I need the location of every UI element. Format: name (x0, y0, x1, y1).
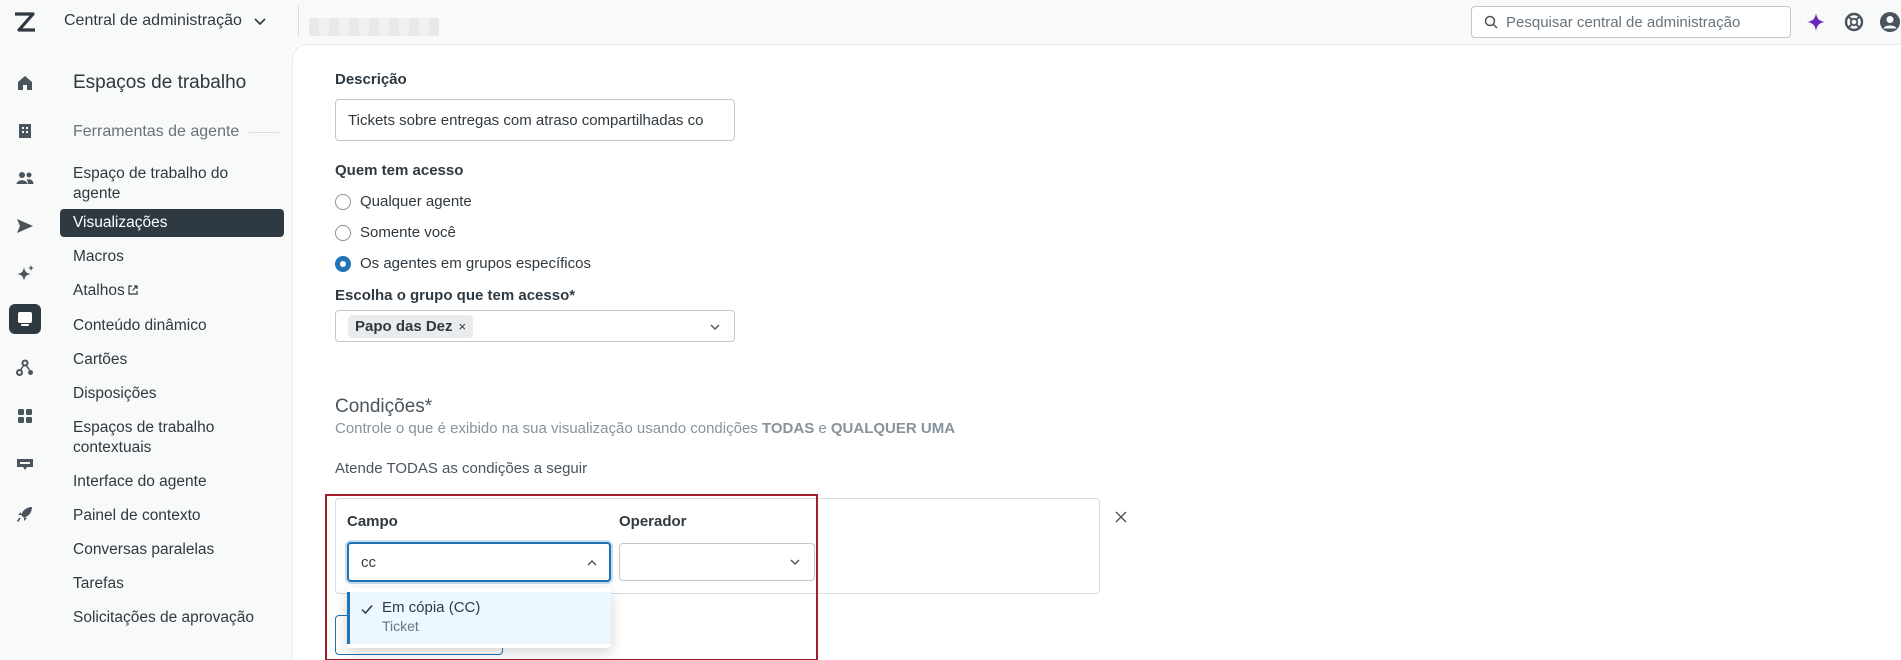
desc-all: TODAS (761, 420, 815, 437)
chevron-down-icon (710, 324, 720, 330)
main-content: Descrição Tickets sobre entregas com atr… (292, 44, 1901, 660)
home-icon[interactable] (13, 71, 37, 95)
conditions-description: Controle o que é exibido na sua visualiz… (335, 420, 955, 437)
search-placeholder: Pesquisar central de administração (1506, 13, 1741, 31)
sidebar-section-header: Ferramentas de agente (73, 123, 280, 141)
sidebar-item-agent-workspace[interactable]: Espaço de trabalho do agente (60, 160, 284, 208)
sidebar-item-tasks[interactable]: Tarefas (60, 570, 284, 598)
section-divider (249, 131, 280, 133)
sidebar-item-shortcuts[interactable]: Atalhos (60, 277, 284, 305)
radio-button[interactable] (335, 193, 351, 210)
sidebar-item-dynamic-content[interactable]: Conteúdo dinâmico (60, 312, 284, 340)
send-icon[interactable] (13, 214, 37, 238)
radio-label: Somente você (360, 224, 456, 241)
section-label: Ferramentas de agente (73, 123, 240, 140)
radio-button[interactable] (335, 255, 351, 272)
radio-specific-groups[interactable]: Os agentes em grupos específicos (335, 255, 591, 272)
top-bar: Central de administração Pesquisar centr… (0, 0, 1901, 44)
group-tag-label: Papo das Dez (355, 317, 453, 335)
description-value: Tickets sobre entregas com atraso compar… (348, 111, 704, 129)
zendesk-logo-icon[interactable] (13, 11, 37, 33)
rocket-icon[interactable] (13, 502, 37, 526)
search-input[interactable]: Pesquisar central de administração (1471, 6, 1791, 38)
conditions-heading: Condições* (335, 396, 433, 417)
chevron-down-icon (254, 18, 266, 26)
sidebar-item-macros[interactable]: Macros (60, 243, 284, 271)
help-lifebuoy-icon[interactable] (1843, 11, 1865, 33)
objects-icon[interactable] (13, 356, 37, 380)
apps-icon[interactable] (13, 404, 37, 428)
conditions-all-label: Atende TODAS as condições a seguir (335, 460, 588, 477)
search-icon (1484, 15, 1498, 29)
tag-remove-icon[interactable]: × (459, 319, 467, 334)
radio-label: Qualquer agente (360, 193, 472, 210)
desc-any: QUALQUER UMA (830, 420, 956, 437)
building-icon[interactable] (13, 119, 37, 143)
product-rail (0, 44, 50, 660)
radio-label: Os agentes em grupos específicos (360, 255, 591, 272)
sidebar-item-approval-requests[interactable]: Solicitações de aprovação (60, 604, 284, 632)
redacted-tab[interactable] (298, 6, 443, 36)
desc-and: e (818, 420, 827, 437)
group-tag: Papo das Dez × (348, 314, 474, 338)
focus-highlight-box (325, 494, 818, 660)
sidebar-item-context-panel[interactable]: Painel de contexto (60, 502, 284, 530)
sidebar-item-side-conversations[interactable]: Conversas paralelas (60, 536, 284, 564)
description-label: Descrição (335, 71, 407, 88)
desc-prefix: Controle o que é exibido na sua visualiz… (335, 420, 758, 437)
radio-button[interactable] (335, 224, 351, 241)
radio-only-you[interactable]: Somente você (335, 224, 456, 241)
description-input[interactable]: Tickets sobre entregas com atraso compar… (335, 99, 735, 141)
access-label: Quem tem acesso (335, 162, 464, 179)
sparkle-icon[interactable] (13, 262, 37, 286)
workspace-icon[interactable] (9, 304, 41, 334)
redacted-content (309, 18, 439, 36)
sidebar-item-cards[interactable]: Cartões (60, 346, 284, 374)
user-avatar-icon[interactable] (1879, 11, 1901, 33)
product-name: Central de administração (64, 12, 242, 29)
remove-condition-icon[interactable] (1113, 509, 1129, 525)
ai-sparkle-icon[interactable] (1805, 11, 1827, 33)
channels-icon[interactable] (13, 452, 37, 476)
sidebar-item-contextual-workspaces[interactable]: Espaços de trabalho contextuais (60, 414, 284, 462)
secondary-nav: Espaços de trabalho Ferramentas de agent… (50, 44, 290, 660)
sidebar-item-views[interactable]: Visualizações (60, 209, 284, 237)
external-link-icon (128, 285, 138, 295)
sidebar-item-layouts[interactable]: Disposições (60, 380, 284, 408)
sidebar-item-label: Atalhos (73, 282, 125, 299)
people-icon[interactable] (13, 166, 37, 190)
product-switcher[interactable]: Central de administração (64, 12, 268, 30)
radio-any-agent[interactable]: Qualquer agente (335, 193, 472, 210)
sidebar-item-agent-interface[interactable]: Interface do agente (60, 468, 284, 496)
sidebar-title: Espaços de trabalho (73, 72, 247, 93)
group-label: Escolha o grupo que tem acesso* (335, 287, 576, 304)
group-multiselect[interactable]: Papo das Dez × (335, 310, 735, 342)
